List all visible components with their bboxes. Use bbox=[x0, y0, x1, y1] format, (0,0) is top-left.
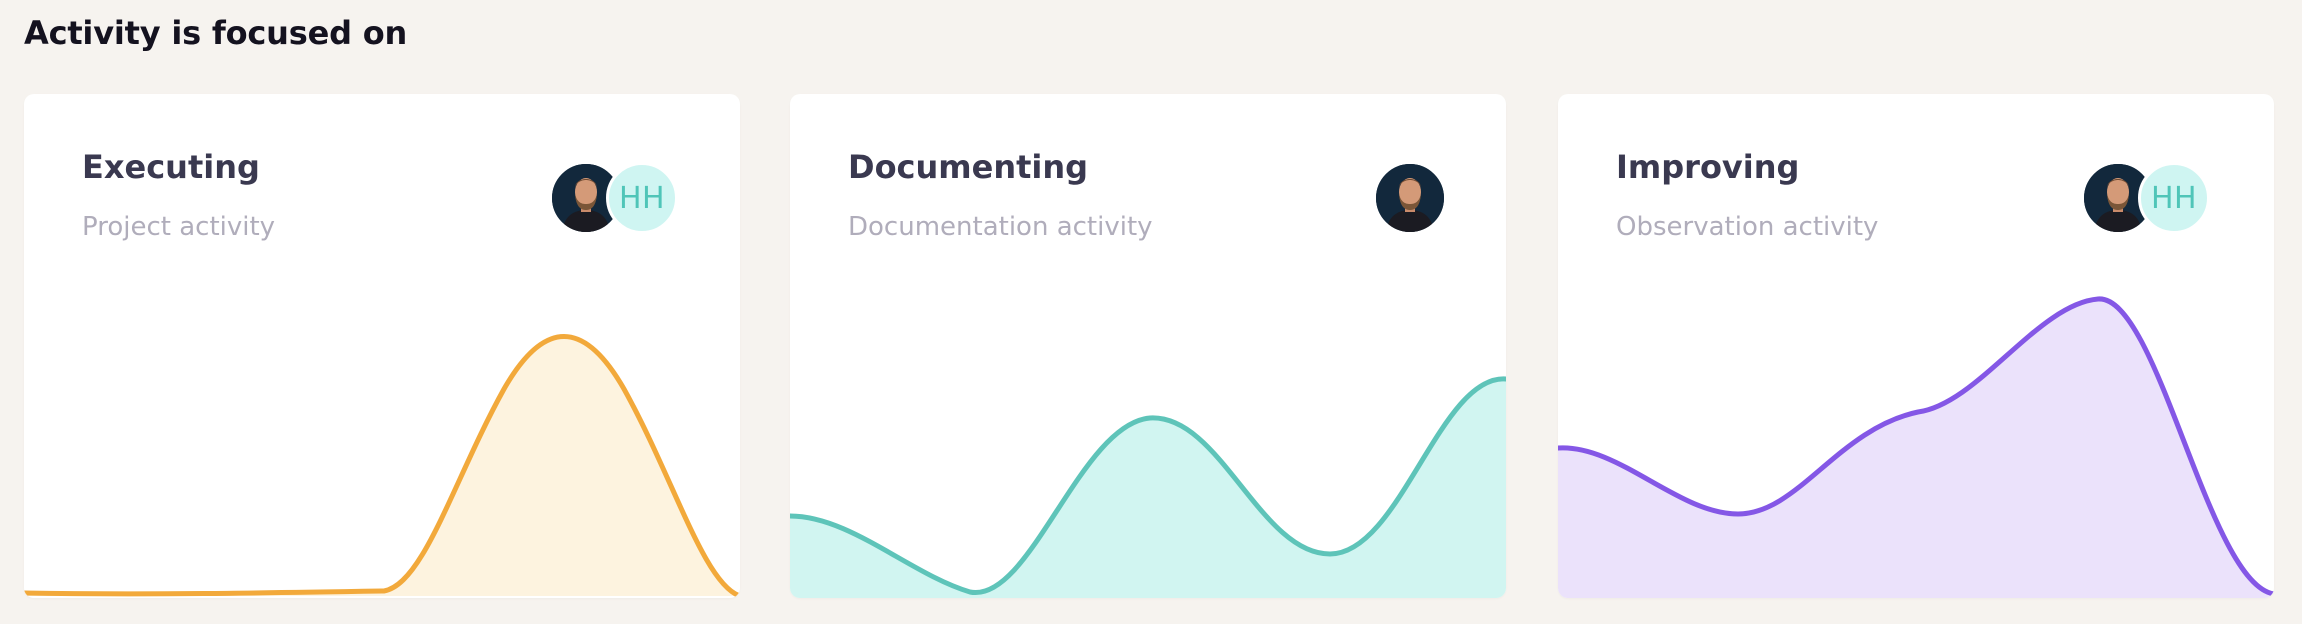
user-initials-avatar[interactable]: HH bbox=[606, 162, 678, 234]
card-title: Executing bbox=[82, 148, 260, 186]
user-initials-avatar[interactable]: HH bbox=[2138, 162, 2210, 234]
activity-cards: Executing Project activity HH Documentin… bbox=[24, 94, 2274, 598]
activity-card-executing[interactable]: Executing Project activity HH bbox=[24, 94, 740, 598]
area-fill bbox=[790, 378, 1506, 598]
activity-curve bbox=[1558, 296, 2274, 598]
card-title: Documenting bbox=[848, 148, 1089, 186]
card-subtitle: Documentation activity bbox=[848, 212, 1153, 242]
avatar-group: HH bbox=[550, 162, 682, 234]
section-title: Activity is focused on bbox=[24, 14, 408, 52]
card-subtitle: Observation activity bbox=[1616, 212, 1879, 242]
activity-chart bbox=[24, 294, 740, 598]
activity-chart bbox=[1558, 294, 2274, 598]
person-icon bbox=[1376, 164, 1444, 232]
activity-curve bbox=[790, 376, 1506, 598]
activity-chart bbox=[790, 294, 1506, 598]
user-photo-avatar[interactable] bbox=[1374, 162, 1446, 234]
avatar-group bbox=[1374, 162, 1446, 234]
area-fill bbox=[24, 336, 740, 596]
card-title: Improving bbox=[1616, 148, 1800, 186]
activity-curve bbox=[24, 334, 740, 598]
avatar-group: HH bbox=[2082, 162, 2214, 234]
activity-card-documenting[interactable]: Documenting Documentation activity bbox=[790, 94, 1506, 598]
activity-card-improving[interactable]: Improving Observation activity HH bbox=[1558, 94, 2274, 598]
area-fill bbox=[1558, 298, 2274, 598]
card-subtitle: Project activity bbox=[82, 212, 276, 242]
